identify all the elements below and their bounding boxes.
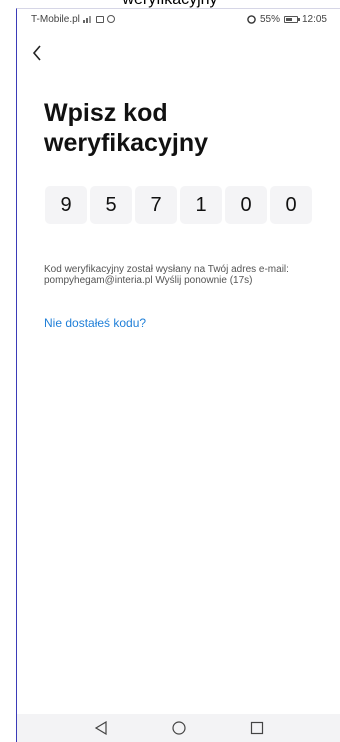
chevron-left-icon: [32, 45, 41, 61]
circle-home-icon: [171, 721, 186, 735]
back-button[interactable]: [26, 40, 48, 66]
navigation-bar: [17, 714, 340, 742]
status-left: T-Mobile.pl: [31, 14, 115, 25]
carrier-label: T-Mobile.pl: [31, 13, 80, 25]
info-message: Kod weryfikacyjny został wysłany na Twój…: [44, 264, 314, 286]
resend-countdown: (17s): [229, 275, 253, 286]
verification-code-input[interactable]: 9 5 7 1 0 0: [45, 186, 312, 224]
top-caption: weryfikacyjny: [0, 0, 340, 9]
nav-back-button[interactable]: [91, 718, 111, 738]
sync-icon: [106, 15, 115, 23]
nav-home-button[interactable]: [169, 718, 189, 738]
status-bar: T-Mobile.pl 55% 12:05: [17, 10, 337, 28]
status-right: 55% 12:05: [247, 14, 327, 25]
nav-recent-button[interactable]: [247, 718, 267, 738]
signal-icon: [82, 16, 91, 23]
triangle-back-icon: [94, 721, 107, 735]
no-code-link[interactable]: Nie dostałeś kodu?: [44, 316, 146, 330]
code-digit-3[interactable]: 7: [135, 186, 177, 224]
code-digit-2[interactable]: 5: [90, 186, 132, 224]
code-digit-5[interactable]: 0: [225, 186, 267, 224]
alarm-icon: [247, 14, 256, 24]
resend-link[interactable]: Wyślij ponownie: [155, 275, 227, 286]
battery-percent: 55%: [259, 13, 280, 25]
code-digit-1[interactable]: 9: [45, 186, 87, 224]
code-digit-4[interactable]: 1: [180, 186, 222, 224]
code-digit-6[interactable]: 0: [270, 186, 312, 224]
battery-icon: [283, 15, 300, 23]
clock: 12:05: [301, 13, 327, 25]
page-title: Wpisz kod weryfikacyjny: [44, 99, 208, 157]
message-icon: [95, 15, 104, 23]
square-recent-icon: [250, 721, 263, 735]
